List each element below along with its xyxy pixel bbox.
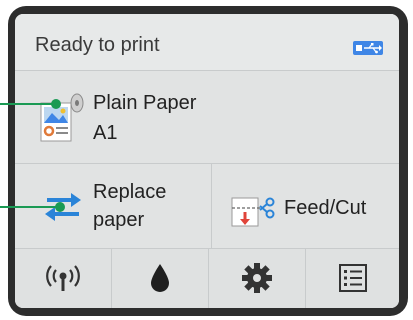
feed-cut-label: Feed/Cut: [284, 197, 367, 219]
callout-line-replace: [0, 206, 60, 208]
replace-paper-label-line1: Replace: [93, 181, 167, 203]
feed-cut-button[interactable]: Feed/Cut: [212, 164, 399, 248]
tab-menu[interactable]: [306, 249, 399, 308]
paper-size-label: A1: [93, 122, 118, 144]
callout-dot-paper: [51, 99, 61, 109]
replace-paper-label-line2: paper: [93, 209, 145, 231]
tab-settings[interactable]: [209, 249, 306, 308]
paper-type-label: Plain Paper: [93, 92, 197, 114]
bottom-tab-bar: [15, 249, 399, 308]
touch-screen: Ready to print Plain Paper A1 Replace pa…: [15, 14, 399, 308]
paper-settings-button[interactable]: Plain Paper A1: [15, 71, 399, 164]
ink-drop-icon: [151, 264, 169, 292]
status-text: Ready to print: [35, 34, 160, 56]
tab-ink[interactable]: [112, 249, 209, 308]
gear-icon: [242, 263, 272, 293]
tab-wireless[interactable]: [15, 249, 112, 308]
status-bar: Ready to print: [15, 14, 399, 71]
callout-dot-replace: [55, 202, 65, 212]
roll-paper-icon: [39, 93, 89, 143]
action-row: Replace paper Feed/Cut: [15, 164, 399, 249]
scissors-icon: [230, 190, 278, 230]
usb-icon: [353, 41, 383, 55]
wireless-icon: [46, 265, 80, 291]
list-icon: [339, 264, 367, 292]
callout-line-paper: [0, 103, 56, 105]
